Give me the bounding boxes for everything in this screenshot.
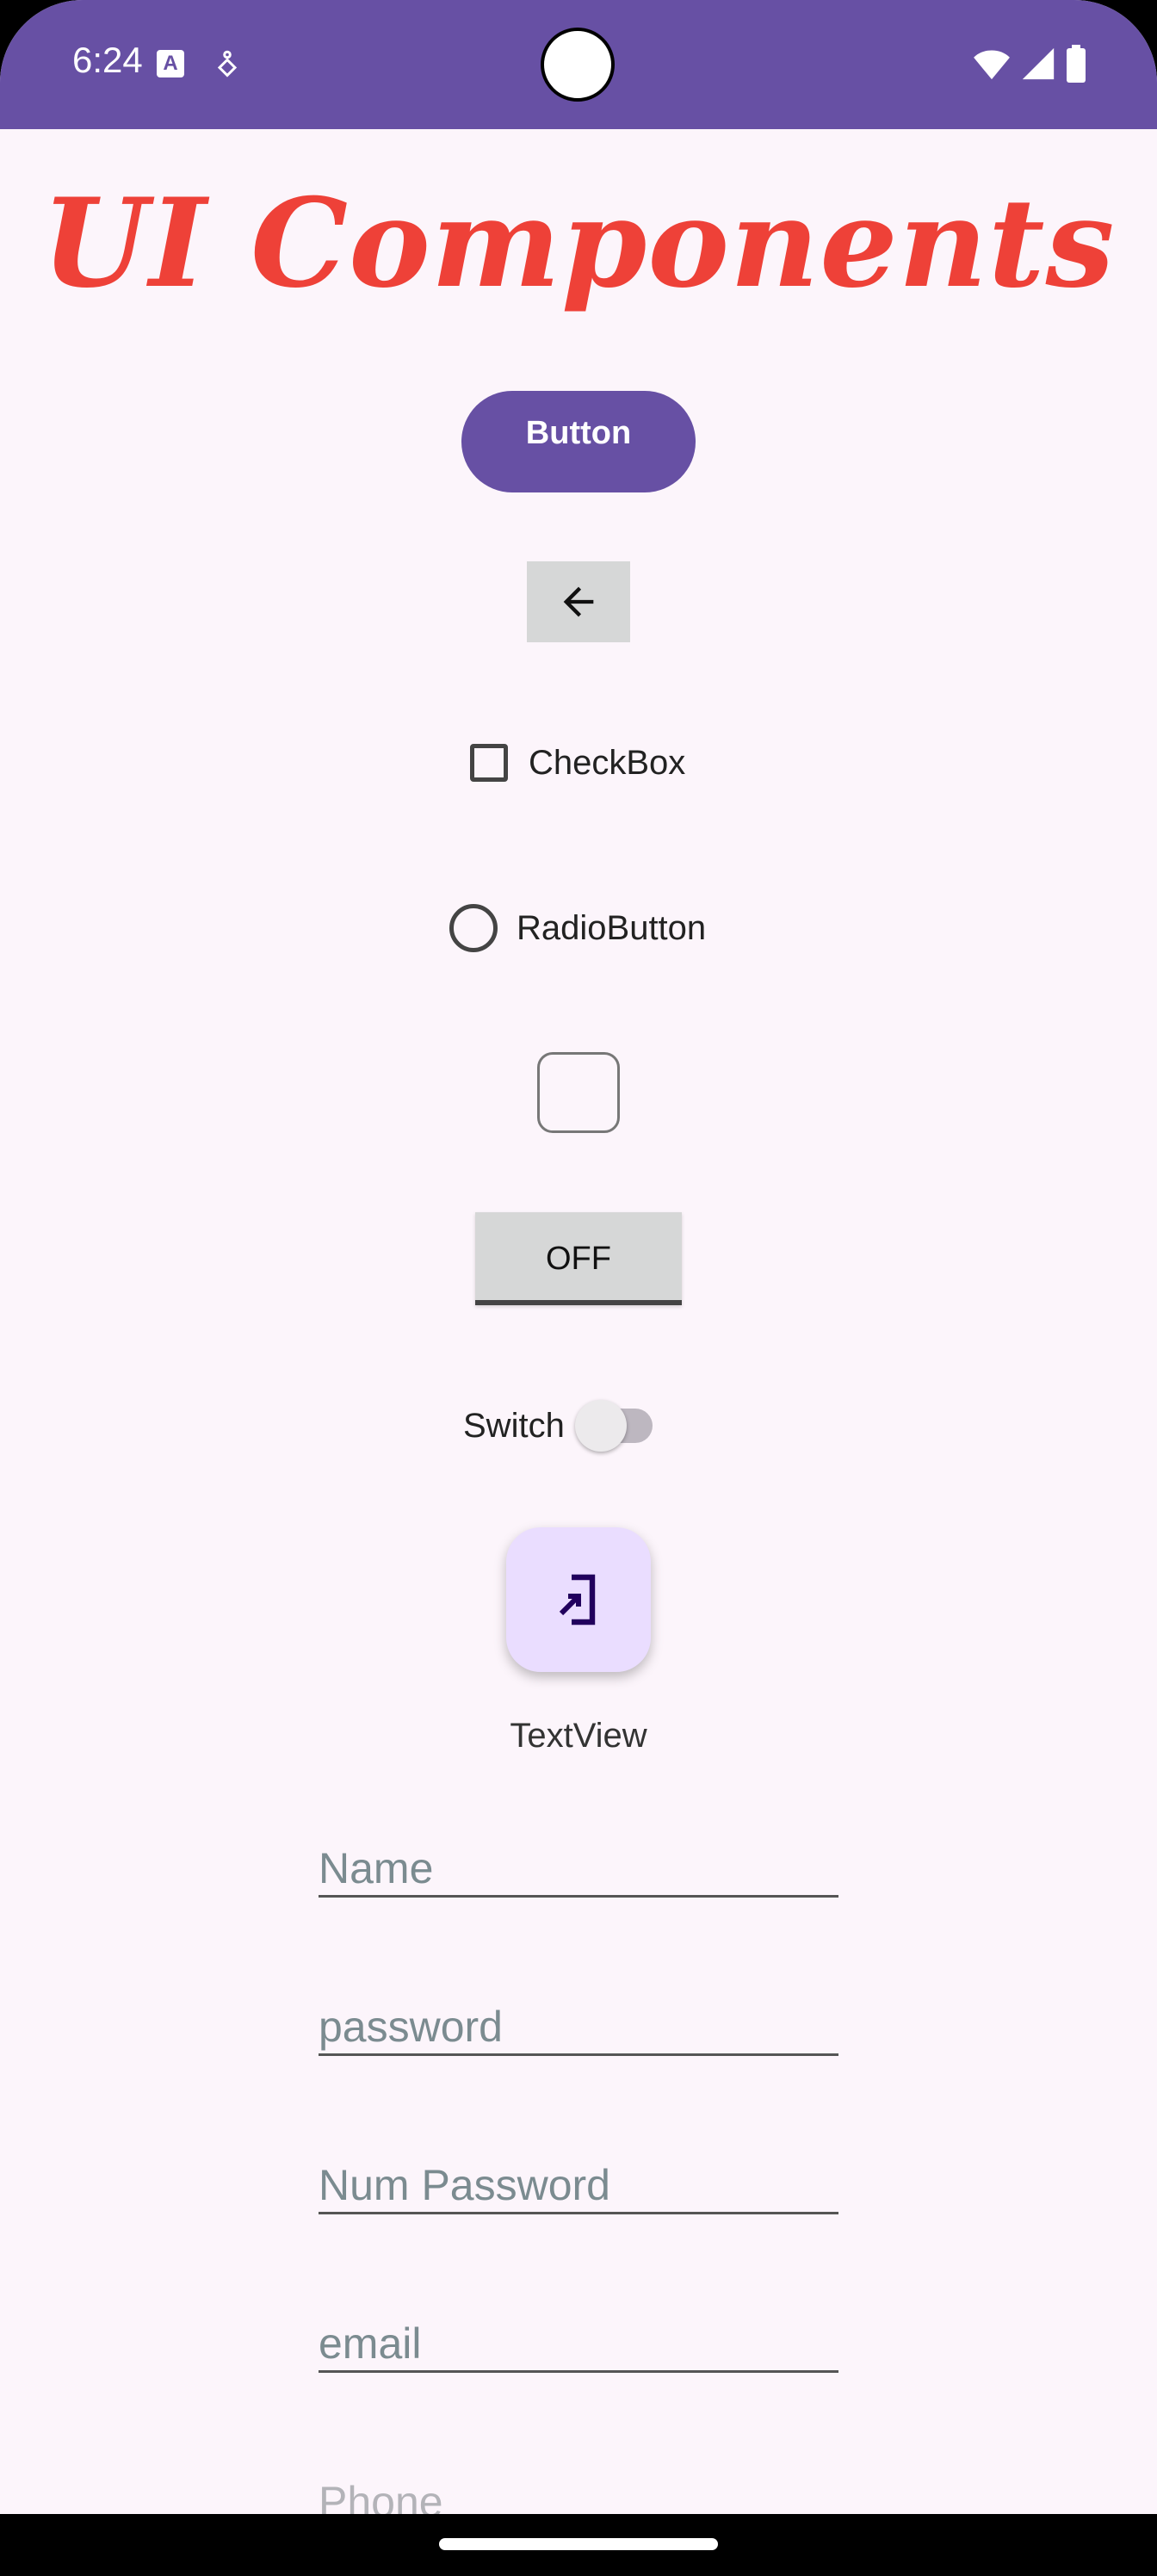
switch-thumb xyxy=(574,1400,627,1452)
radio-label: RadioButton xyxy=(517,908,707,947)
switch[interactable]: Switch xyxy=(463,1398,658,1453)
checkbox-box[interactable] xyxy=(470,744,508,782)
image-view-placeholder[interactable] xyxy=(537,1052,620,1133)
password-input[interactable] xyxy=(319,2002,838,2052)
text-view: TextView xyxy=(510,1717,647,1755)
app-screen: 6:24 A UI Components Button CheckBox Rad… xyxy=(0,0,1157,2514)
num-password-input[interactable] xyxy=(319,2160,838,2210)
phone-field[interactable] xyxy=(319,2466,838,2514)
page-title: UI Components xyxy=(41,172,1116,315)
radio-button[interactable]: RadioButton xyxy=(449,901,706,955)
email-input[interactable] xyxy=(319,2319,838,2369)
email-field[interactable] xyxy=(319,2307,838,2373)
primary-button[interactable]: Button xyxy=(461,391,696,492)
arrow-back-icon xyxy=(563,586,594,617)
signal-icon xyxy=(1022,47,1055,80)
camera-cutout xyxy=(541,28,615,102)
home-gesture-handle[interactable] xyxy=(439,2538,718,2550)
radio-circle[interactable] xyxy=(449,904,498,952)
num-password-field[interactable] xyxy=(319,2149,838,2214)
accessibility-notification-icon xyxy=(217,50,238,77)
floating-action-button[interactable] xyxy=(506,1527,651,1672)
switch-toggle[interactable] xyxy=(574,1398,658,1453)
checkbox[interactable]: CheckBox xyxy=(470,737,685,789)
status-icons xyxy=(973,45,1086,83)
switch-label: Switch xyxy=(463,1406,565,1445)
status-time: 6:24 xyxy=(72,40,143,80)
login-icon xyxy=(559,1574,596,1625)
device-frame: 6:24 A UI Components Button CheckBox Rad… xyxy=(0,0,1157,2576)
name-field[interactable] xyxy=(319,1832,838,1898)
password-field[interactable] xyxy=(319,1991,838,2056)
status-bar: 6:24 A xyxy=(0,0,1157,129)
battery-icon xyxy=(1067,45,1086,83)
checkbox-label: CheckBox xyxy=(529,743,686,782)
font-notification-icon: A xyxy=(157,50,184,77)
back-image-button[interactable] xyxy=(527,561,630,642)
wifi-icon xyxy=(974,50,1010,80)
name-input[interactable] xyxy=(319,1843,838,1893)
toggle-button[interactable]: OFF xyxy=(475,1212,682,1305)
phone-input[interactable] xyxy=(319,2477,838,2514)
